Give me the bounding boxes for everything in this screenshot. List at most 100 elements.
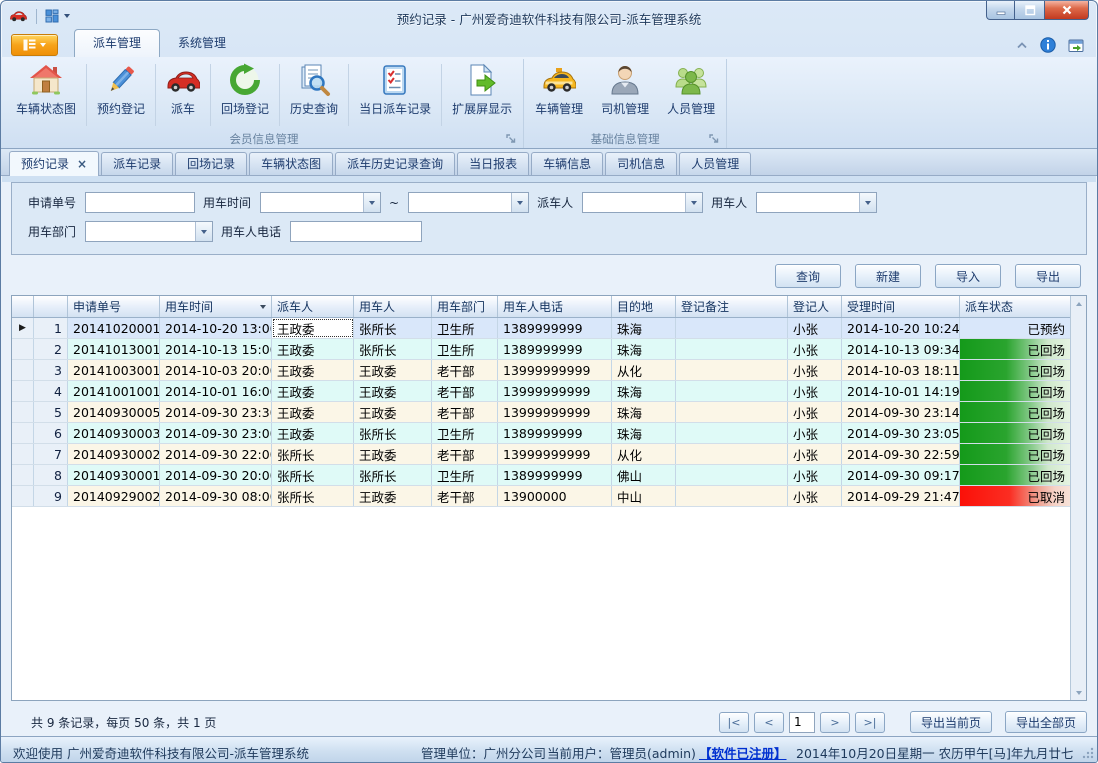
- cell-registrar[interactable]: 小张: [788, 318, 842, 338]
- cell-user-phone[interactable]: 13999999999: [498, 444, 612, 464]
- cell-dispatcher[interactable]: 张所长: [272, 486, 354, 506]
- doc-tab-8[interactable]: 司机信息: [605, 152, 677, 175]
- cell-dispatch-status[interactable]: 已回场: [960, 339, 1070, 359]
- resize-grip[interactable]: [1082, 747, 1094, 759]
- cell-accept-time[interactable]: 2014-10-03 18:11: [842, 360, 960, 380]
- cell-destination[interactable]: 珠海: [612, 339, 676, 359]
- table-row[interactable]: ▶1201410200012014-10-20 13:00王政委张所长卫生所13…: [12, 318, 1070, 339]
- scroll-up-button[interactable]: [1071, 296, 1086, 311]
- cell-dispatcher[interactable]: 王政委: [272, 423, 354, 443]
- column-header-row-number[interactable]: [34, 296, 68, 317]
- cell-department[interactable]: 卫生所: [432, 465, 498, 485]
- info-icon[interactable]: [1040, 37, 1056, 53]
- cell-use-time[interactable]: 2014-09-30 08:00: [160, 486, 272, 506]
- cell-register-remark[interactable]: [676, 423, 788, 443]
- cell-use-time[interactable]: 2014-09-30 22:00: [160, 444, 272, 464]
- search-button[interactable]: 查询: [775, 264, 841, 288]
- cell-car-user[interactable]: 王政委: [354, 360, 432, 380]
- last-page-button[interactable]: >|: [855, 712, 885, 733]
- next-page-button[interactable]: >: [820, 712, 850, 733]
- doc-tab-6[interactable]: 当日报表: [457, 152, 529, 175]
- doc-tab-9[interactable]: 人员管理: [679, 152, 751, 175]
- cell-user-phone[interactable]: 1389999999: [498, 318, 612, 338]
- ribbon-button-1-5[interactable]: 历史查询: [281, 59, 347, 131]
- new-button[interactable]: 新建: [855, 264, 921, 288]
- cell-registrar[interactable]: 小张: [788, 402, 842, 422]
- filter-input-order-no[interactable]: [85, 192, 195, 213]
- cell-order-no[interactable]: 20140930003: [68, 423, 160, 443]
- title-bar[interactable]: 预约记录 - 广州爱奇迪软件科技有限公司-派车管理系统: [1, 1, 1097, 31]
- cell-destination[interactable]: 中山: [612, 486, 676, 506]
- cell-user-phone[interactable]: 13900000: [498, 486, 612, 506]
- filter-combo-use-time-from[interactable]: [260, 192, 381, 213]
- cell-user-phone[interactable]: 13999999999: [498, 381, 612, 401]
- cell-dispatch-status[interactable]: 已回场: [960, 423, 1070, 443]
- previous-page-button[interactable]: <: [754, 712, 784, 733]
- cell-register-remark[interactable]: [676, 486, 788, 506]
- cell-accept-time[interactable]: 2014-09-30 23:14: [842, 402, 960, 422]
- cell-dispatch-status[interactable]: 已预约: [960, 318, 1070, 338]
- cell-order-no[interactable]: 20141013001: [68, 339, 160, 359]
- cell-order-no[interactable]: 20141003001: [68, 360, 160, 380]
- cell-accept-time[interactable]: 2014-10-20 10:24: [842, 318, 960, 338]
- cell-department[interactable]: 卫生所: [432, 318, 498, 338]
- column-header-accept-time[interactable]: 受理时间: [842, 296, 960, 317]
- table-row[interactable]: 7201409300022014-09-30 22:00张所长王政委老干部139…: [12, 444, 1070, 465]
- minimize-button[interactable]: [986, 1, 1015, 20]
- export-all-pages-button[interactable]: 导出全部页: [1005, 711, 1087, 733]
- filter-combo-car-user[interactable]: [756, 192, 877, 213]
- cell-dispatcher[interactable]: 王政委: [272, 339, 354, 359]
- table-row[interactable]: 9201409290022014-09-30 08:00张所长王政委老干部139…: [12, 486, 1070, 507]
- cell-use-time[interactable]: 2014-09-30 20:00: [160, 465, 272, 485]
- cell-accept-time[interactable]: 2014-09-29 21:47: [842, 486, 960, 506]
- column-header-dispatcher[interactable]: 派车人: [272, 296, 354, 317]
- ribbon-tab-2[interactable]: 系统管理: [160, 29, 244, 57]
- combo-dropdown-button[interactable]: [363, 193, 380, 212]
- cell-accept-time[interactable]: 2014-10-13 09:34: [842, 339, 960, 359]
- cell-department[interactable]: 老干部: [432, 402, 498, 422]
- combo-dropdown-button[interactable]: [195, 222, 212, 241]
- doc-tab-5[interactable]: 派车历史记录查询: [335, 152, 455, 175]
- close-tab-icon[interactable]: ×: [77, 159, 87, 169]
- doc-tab-7[interactable]: 车辆信息: [531, 152, 603, 175]
- cell-dispatch-status[interactable]: 已回场: [960, 444, 1070, 464]
- combo-dropdown-button[interactable]: [511, 193, 528, 212]
- cell-order-no[interactable]: 20141001001: [68, 381, 160, 401]
- ribbon-tab-1[interactable]: 派车管理: [74, 29, 160, 57]
- table-row[interactable]: 6201409300032014-09-30 23:00王政委张所长卫生所138…: [12, 423, 1070, 444]
- cell-destination[interactable]: 珠海: [612, 318, 676, 338]
- cell-car-user[interactable]: 张所长: [354, 339, 432, 359]
- column-header-order-no[interactable]: 申请单号: [68, 296, 160, 317]
- combo-dropdown-button[interactable]: [859, 193, 876, 212]
- column-header-department[interactable]: 用车部门: [432, 296, 498, 317]
- cell-department[interactable]: 老干部: [432, 486, 498, 506]
- column-header-user-phone[interactable]: 用车人电话: [498, 296, 612, 317]
- cell-dispatcher[interactable]: 王政委: [272, 402, 354, 422]
- column-header-indicator[interactable]: [12, 296, 34, 317]
- cell-order-no[interactable]: 20140929002: [68, 486, 160, 506]
- ribbon-button-1-3[interactable]: 派车: [157, 59, 209, 131]
- cell-use-time[interactable]: 2014-09-30 23:30: [160, 402, 272, 422]
- cell-use-time[interactable]: 2014-09-30 23:00: [160, 423, 272, 443]
- cell-order-no[interactable]: 20140930002: [68, 444, 160, 464]
- column-header-registrar[interactable]: 登记人: [788, 296, 842, 317]
- app-menu-button[interactable]: [11, 34, 58, 56]
- cell-dispatch-status[interactable]: 已回场: [960, 465, 1070, 485]
- cell-destination[interactable]: 从化: [612, 444, 676, 464]
- cell-register-remark[interactable]: [676, 402, 788, 422]
- cell-use-time[interactable]: 2014-10-01 16:00: [160, 381, 272, 401]
- cell-car-user[interactable]: 王政委: [354, 444, 432, 464]
- dialog-launcher-icon[interactable]: [709, 134, 719, 144]
- cell-register-remark[interactable]: [676, 381, 788, 401]
- cell-order-no[interactable]: 20141020001: [68, 318, 160, 338]
- cell-department[interactable]: 老干部: [432, 381, 498, 401]
- interface-style-icon[interactable]: [1068, 38, 1085, 53]
- table-row[interactable]: 4201410010012014-10-01 16:00王政委王政委老干部139…: [12, 381, 1070, 402]
- cell-accept-time[interactable]: 2014-09-30 23:05: [842, 423, 960, 443]
- cell-dispatcher[interactable]: 王政委: [272, 381, 354, 401]
- column-header-use-time[interactable]: 用车时间: [160, 296, 272, 317]
- cell-register-remark[interactable]: [676, 318, 788, 338]
- cell-car-user[interactable]: 王政委: [354, 402, 432, 422]
- doc-tab-2[interactable]: 派车记录: [101, 152, 173, 175]
- filter-input-user-phone[interactable]: [290, 221, 422, 242]
